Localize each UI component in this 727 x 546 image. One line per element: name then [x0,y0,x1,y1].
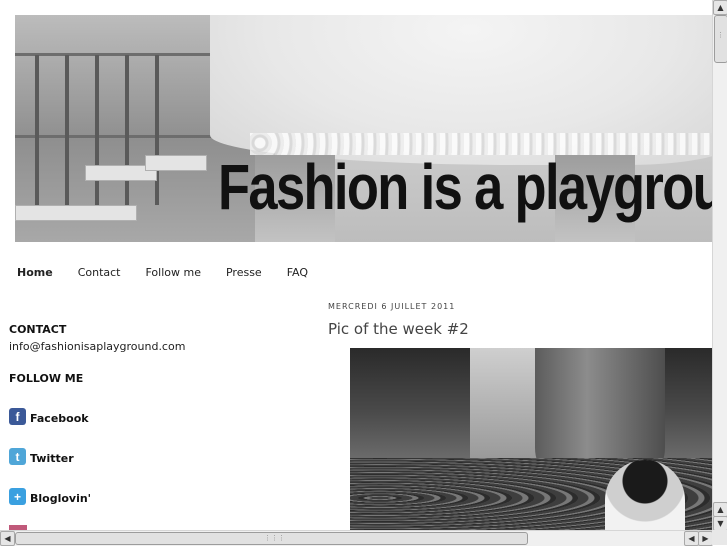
post-date: MERCREDI 6 JUILLET 2011 [328,302,456,311]
grip-icon: ⋮⋮⋮ [264,534,285,542]
social-link-label[interactable]: Twitter [30,453,74,465]
scroll-left-icon[interactable]: ◀ [684,531,699,546]
grip-icon: ⋮⋮ [717,31,727,39]
nav-follow-me[interactable]: Follow me [145,266,200,279]
follow-widget-title: FOLLOW ME [9,372,84,385]
main-nav: Home Contact Follow me Presse FAQ [17,266,333,279]
scroll-right-icon[interactable]: ▶ [698,531,713,546]
twitter-icon[interactable]: t [9,448,26,465]
nav-contact[interactable]: Contact [78,266,121,279]
scroll-down-icon[interactable]: ▼ [713,516,727,531]
social-link-label[interactable]: Bloglovin' [30,493,91,505]
banner-bench [15,205,137,221]
contact-email[interactable]: info@fashionisaplayground.com [9,340,249,353]
header-banner-image[interactable]: Fashion is a playground [15,15,712,242]
social-link-twitter[interactable]: t Twitter [9,444,249,465]
page-viewport: Fashion is a playground Home Contact Fol… [0,0,712,530]
nav-faq[interactable]: FAQ [287,266,308,279]
horizontal-scrollbar[interactable]: ◀ ⋮⋮⋮ ◀ ▶ [0,530,713,546]
scroll-left-icon[interactable]: ◀ [0,531,15,546]
vertical-scrollbar[interactable]: ▲ ⋮⋮ ▲ ▼ [712,0,727,531]
facebook-icon[interactable]: f [9,408,26,425]
banner-fence-bar [155,55,159,205]
horizontal-scroll-thumb[interactable]: ⋮⋮⋮ [15,532,528,545]
post-photo[interactable] [350,348,712,530]
photo-person [605,460,685,530]
social-link-bloglovin[interactable]: + Bloglovin' [9,484,249,505]
banner-fence-bar [35,55,39,205]
social-link-facebook[interactable]: f Facebook [9,404,249,425]
sidebar: CONTACT info@fashionisaplayground.com FO… [9,323,249,505]
social-link-label[interactable]: Facebook [30,413,89,425]
scrollbar-corner [712,530,727,545]
banner-fence-bar [125,55,129,205]
post-title[interactable]: Pic of the week #2 [328,320,469,338]
banner-fence-bar [65,55,69,205]
scroll-up-icon[interactable]: ▲ [713,0,727,15]
vertical-scroll-thumb[interactable]: ⋮⋮ [714,15,727,63]
blog-title[interactable]: Fashion is a playground [218,155,712,219]
banner-fence-bar [95,55,99,205]
scroll-up-icon[interactable]: ▲ [713,502,727,517]
nav-presse[interactable]: Presse [226,266,262,279]
banner-bench [145,155,207,171]
bloglovin-icon[interactable]: + [9,488,26,505]
contact-widget-title: CONTACT [9,323,67,336]
nav-home[interactable]: Home [17,266,53,279]
